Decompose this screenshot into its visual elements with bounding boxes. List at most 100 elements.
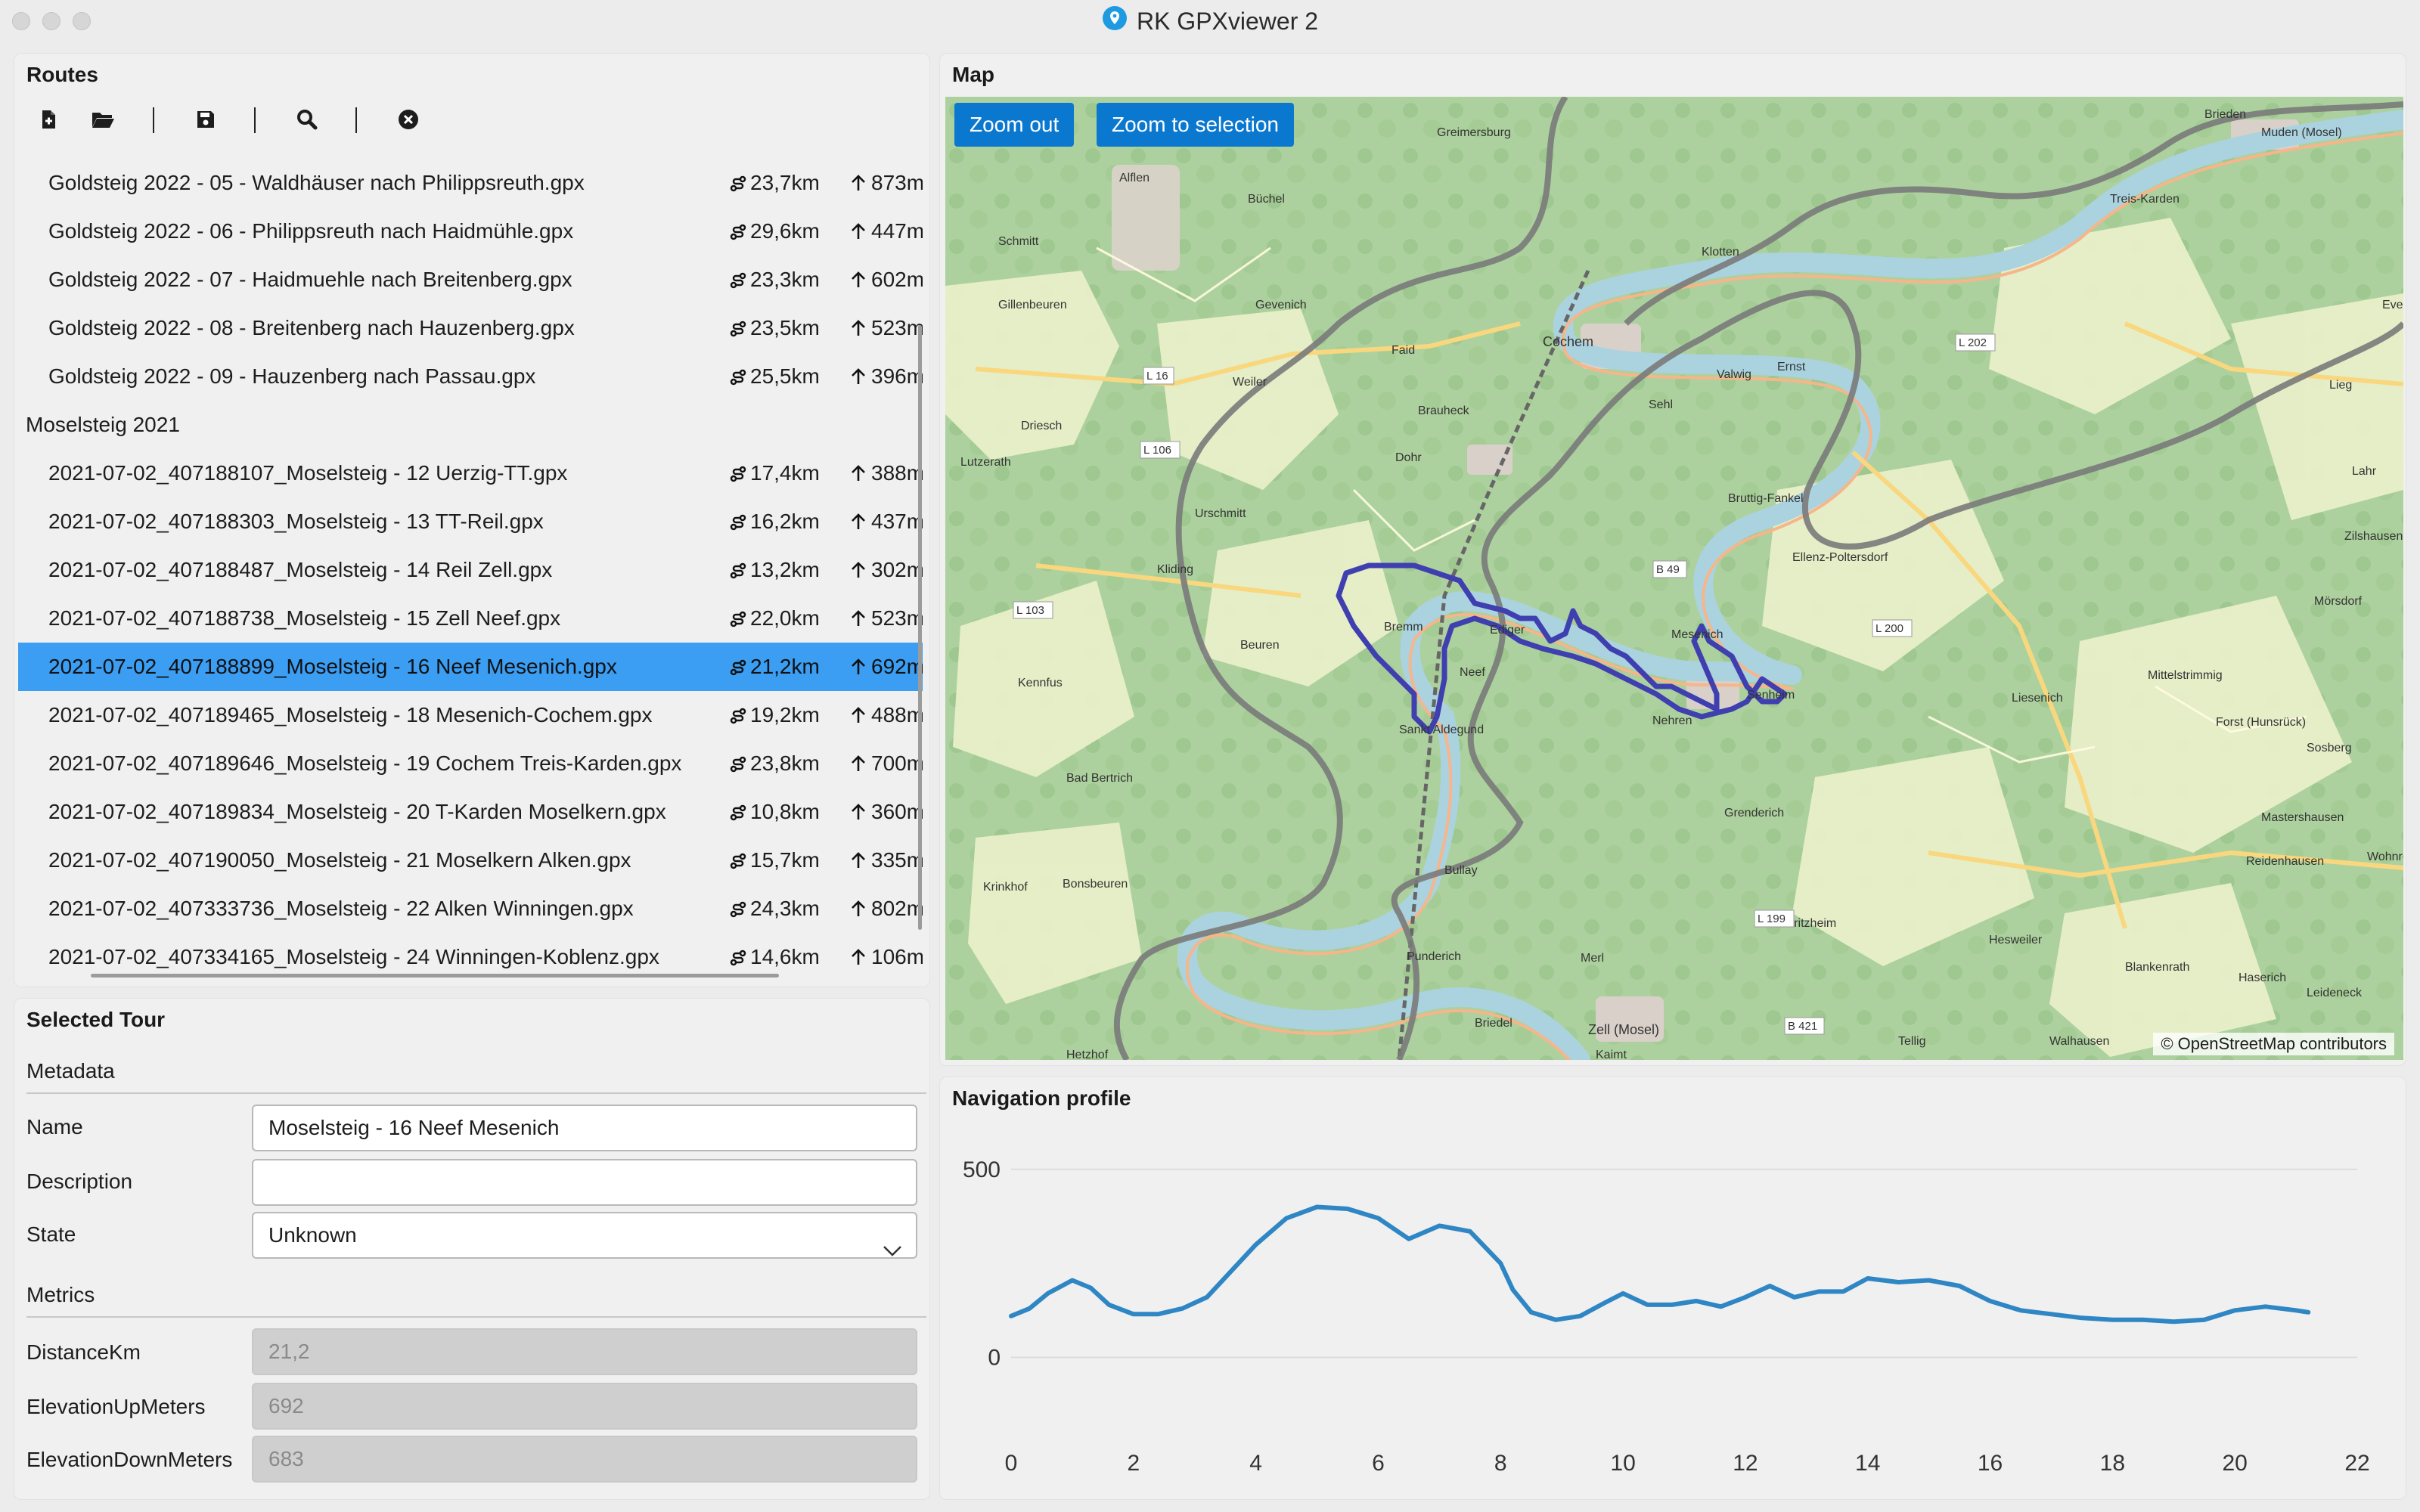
distance-label: DistanceKm bbox=[26, 1340, 141, 1364]
name-field[interactable]: Moselsteig - 16 Neef Mesenich bbox=[252, 1105, 917, 1151]
route-name: 2021-07-02_407333736_Moselsteig - 22 Alk… bbox=[48, 897, 634, 920]
svg-text:Muden (Mosel): Muden (Mosel) bbox=[2261, 126, 2342, 139]
route-distance: 13,2km bbox=[729, 546, 820, 594]
route-list-item[interactable]: Goldsteig 2022 - 09 - Hauzenberg nach Pa… bbox=[18, 352, 923, 401]
zoom-out-button[interactable]: Zoom out bbox=[954, 103, 1075, 147]
folder-open-icon[interactable] bbox=[85, 101, 121, 138]
route-elevation-value: 873m bbox=[871, 171, 923, 194]
svg-text:Greimersburg: Greimersburg bbox=[1437, 126, 1511, 139]
route-name: 2021-07-02_407189834_Moselsteig - 20 T-K… bbox=[48, 800, 666, 823]
route-elevation-value: 106m bbox=[871, 945, 923, 968]
state-label: State bbox=[26, 1222, 76, 1246]
route-elevation-value: 396m bbox=[871, 364, 923, 388]
route-distance-icon bbox=[730, 756, 746, 773]
route-elevation: 302m bbox=[850, 546, 923, 594]
route-elevation: 488m bbox=[850, 691, 923, 739]
route-list-horizontal-scrollbar[interactable] bbox=[91, 974, 779, 978]
route-distance-value: 21,2km bbox=[750, 655, 820, 678]
route-list-vertical-scrollbar[interactable] bbox=[918, 325, 922, 930]
svg-text:Zilshausen: Zilshausen bbox=[2344, 530, 2403, 543]
x-tick-label: 16 bbox=[1978, 1451, 2003, 1476]
route-distance-icon bbox=[730, 224, 746, 240]
zoom-to-selection-button[interactable]: Zoom to selection bbox=[1097, 103, 1294, 147]
arrow-up-icon bbox=[852, 175, 865, 191]
route-name: Goldsteig 2022 - 08 - Breitenberg nach H… bbox=[48, 316, 575, 339]
route-list-item[interactable]: 2021-07-02_407188899_Moselsteig - 16 Nee… bbox=[18, 643, 923, 691]
svg-text:Leideneck: Leideneck bbox=[2307, 987, 2363, 999]
x-tick-label: 4 bbox=[1249, 1451, 1262, 1476]
save-icon[interactable] bbox=[188, 101, 224, 138]
route-list-item[interactable]: 2021-07-02_407189834_Moselsteig - 20 T-K… bbox=[18, 788, 923, 836]
close-circle-icon[interactable] bbox=[390, 101, 427, 138]
state-select[interactable]: Unknown bbox=[252, 1212, 917, 1259]
route-distance: 23,3km bbox=[729, 256, 820, 304]
app-location-icon bbox=[1102, 5, 1128, 37]
route-name: Goldsteig 2022 - 06 - Philippsreuth nach… bbox=[48, 219, 574, 243]
svg-text:Zell (Mosel): Zell (Mosel) bbox=[1588, 1022, 1659, 1037]
route-list-item[interactable]: 2021-07-02_407333736_Moselsteig - 22 Alk… bbox=[18, 885, 923, 933]
map-attribution[interactable]: © OpenStreetMap contributors bbox=[2153, 1033, 2394, 1055]
route-list-item[interactable]: Goldsteig 2022 - 07 - Haidmuehle nach Br… bbox=[18, 256, 923, 304]
route-list-item[interactable]: Goldsteig 2022 - 08 - Breitenberg nach H… bbox=[18, 304, 923, 352]
svg-text:Mesenich: Mesenich bbox=[1671, 628, 1723, 641]
route-list-item[interactable]: 2021-07-02_407189465_Moselsteig - 18 Mes… bbox=[18, 691, 923, 739]
x-tick-label: 10 bbox=[1610, 1451, 1635, 1476]
svg-text:Briedel: Briedel bbox=[1475, 1017, 1512, 1030]
svg-text:Sankt Aldegund: Sankt Aldegund bbox=[1399, 723, 1484, 736]
route-elevation: 388m bbox=[850, 449, 923, 497]
route-list-item[interactable]: 2021-07-02_407188107_Moselsteig - 12 Uer… bbox=[18, 449, 923, 497]
route-elevation: 802m bbox=[850, 885, 923, 933]
svg-text:L 202: L 202 bbox=[1959, 336, 1987, 349]
svg-text:Ellenz-Poltersdorf: Ellenz-Poltersdorf bbox=[1792, 551, 1888, 564]
svg-text:Bonsbeuren: Bonsbeuren bbox=[1063, 878, 1128, 891]
svg-text:Blankenrath: Blankenrath bbox=[2125, 961, 2189, 974]
route-list-item[interactable]: 2021-07-02_407190050_Moselsteig - 21 Mos… bbox=[18, 836, 923, 885]
route-distance-icon bbox=[730, 369, 746, 386]
route-elevation-value: 335m bbox=[871, 848, 923, 872]
route-elevation-value: 437m bbox=[871, 510, 923, 533]
elevation-up-field: 692 bbox=[252, 1383, 917, 1430]
svg-text:Bad Bertrich: Bad Bertrich bbox=[1066, 772, 1133, 785]
svg-text:Büchel: Büchel bbox=[1248, 193, 1285, 206]
svg-text:Gevenich: Gevenich bbox=[1255, 299, 1307, 311]
route-distance: 15,7km bbox=[729, 836, 820, 885]
y-tick-label: 500 bbox=[963, 1157, 1001, 1182]
map-view[interactable]: Brieden Greimersburg Muden (Mosel) Alfle… bbox=[945, 97, 2403, 1060]
route-list-item[interactable]: 2021-07-02_407188487_Moselsteig - 14 Rei… bbox=[18, 546, 923, 594]
arrow-up-icon bbox=[852, 465, 865, 481]
route-distance-value: 14,6km bbox=[750, 945, 820, 968]
svg-text:B 421: B 421 bbox=[1788, 1020, 1817, 1033]
route-list-item[interactable]: 2021-07-02_407189646_Moselsteig - 19 Coc… bbox=[18, 739, 923, 788]
svg-text:Haserich: Haserich bbox=[2238, 971, 2286, 984]
svg-text:Kennfus: Kennfus bbox=[1018, 677, 1063, 689]
route-group-header[interactable]: Moselsteig 2021 bbox=[18, 401, 923, 449]
route-list-item[interactable]: 2021-07-02_407188303_Moselsteig - 13 TT-… bbox=[18, 497, 923, 546]
route-name: 2021-07-02_407189465_Moselsteig - 18 Mes… bbox=[48, 703, 653, 727]
route-elevation-value: 302m bbox=[871, 558, 923, 581]
map-canvas[interactable]: Brieden Greimersburg Muden (Mosel) Alfle… bbox=[945, 97, 2403, 1060]
route-distance-icon bbox=[730, 562, 746, 579]
route-list-item[interactable]: Goldsteig 2022 - 05 - Waldhäuser nach Ph… bbox=[18, 159, 923, 207]
route-distance-icon bbox=[730, 611, 746, 627]
route-list-item[interactable]: Goldsteig 2022 - 06 - Philippsreuth nach… bbox=[18, 207, 923, 256]
arrow-up-icon bbox=[852, 271, 865, 287]
new-file-icon[interactable] bbox=[30, 101, 67, 138]
route-list-item[interactable]: 2021-07-02_407188738_Moselsteig - 15 Zel… bbox=[18, 594, 923, 643]
route-elevation: 700m bbox=[850, 739, 923, 788]
description-field[interactable] bbox=[252, 1159, 917, 1206]
svg-text:Schmitt: Schmitt bbox=[998, 235, 1039, 248]
search-icon[interactable] bbox=[289, 101, 325, 138]
svg-text:L 103: L 103 bbox=[1016, 604, 1044, 617]
svg-text:Alflen: Alflen bbox=[1119, 172, 1150, 184]
x-tick-label: 6 bbox=[1372, 1451, 1385, 1476]
svg-text:B 49: B 49 bbox=[1656, 563, 1680, 576]
route-elevation-value: 388m bbox=[871, 461, 923, 485]
arrow-up-icon bbox=[852, 223, 865, 239]
name-label: Name bbox=[26, 1115, 83, 1139]
route-list-item[interactable]: 2021-07-02_407334165_Moselsteig - 24 Win… bbox=[18, 933, 923, 972]
arrow-up-icon bbox=[852, 852, 865, 868]
route-distance-icon bbox=[730, 321, 746, 337]
route-distance: 24,3km bbox=[729, 885, 820, 933]
route-elevation: 335m bbox=[850, 836, 923, 885]
route-distance-value: 25,5km bbox=[750, 364, 820, 388]
